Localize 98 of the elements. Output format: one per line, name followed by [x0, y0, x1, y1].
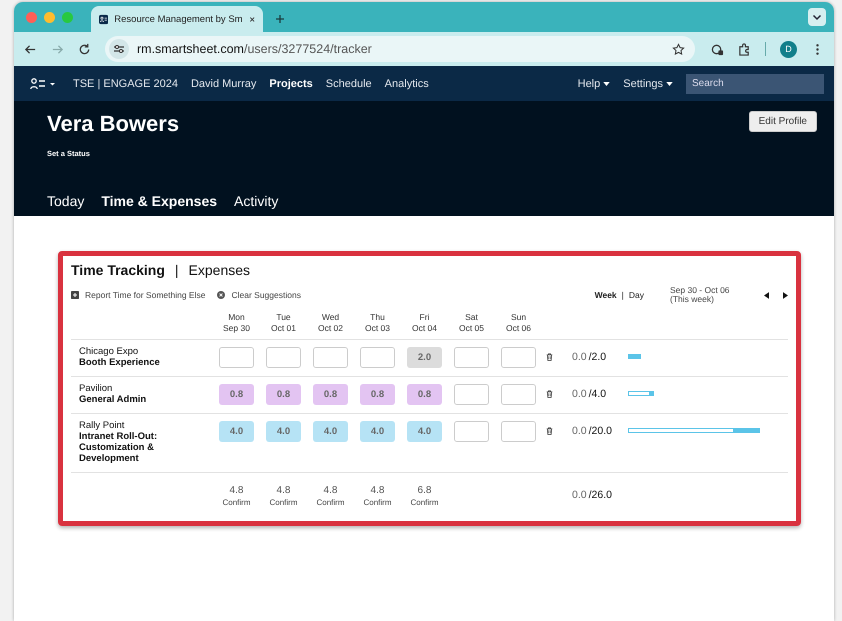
hours-reported: 0.0 — [572, 424, 587, 437]
hours-field[interactable]: 0.8 — [313, 384, 348, 406]
tab-title: Resource Management by Sm — [114, 14, 243, 24]
day-total: 4.8 — [230, 484, 244, 496]
phase-name: Intranet Roll-Out: Customization & Development — [79, 432, 158, 465]
new-tab-icon[interactable] — [275, 14, 285, 24]
nav-link[interactable]: Schedule — [326, 78, 372, 90]
hours-field[interactable] — [501, 384, 536, 406]
search-field[interactable]: Search — [686, 74, 824, 94]
hours-reported: 0.0 — [572, 351, 587, 364]
hours-field[interactable] — [313, 347, 348, 368]
hours-field[interactable] — [454, 347, 489, 368]
hours-reported: 0.0 — [572, 488, 587, 501]
puzzle-icon[interactable] — [738, 42, 751, 56]
hours-total: /2.0 — [588, 351, 606, 364]
profile-avatar[interactable]: D — [780, 40, 797, 58]
hours-reported: 0.0 — [572, 388, 587, 400]
confirm-link[interactable]: Confirm — [363, 498, 392, 507]
hours-field[interactable] — [454, 384, 489, 406]
hours-field[interactable] — [219, 347, 254, 368]
profile-tab[interactable]: Activity — [234, 193, 278, 209]
hours-total: /26.0 — [588, 488, 612, 501]
nav-link[interactable]: TSE | ENGAGE 2024 — [73, 78, 178, 90]
tracker-tab[interactable]: Expenses — [188, 262, 250, 278]
address-field[interactable]: rm.smartsheet.com/users/3277524/tracker — [105, 36, 695, 62]
people-menu-icon[interactable] — [30, 76, 56, 90]
tab-list-icon[interactable] — [808, 8, 826, 26]
profile-tab[interactable]: Time & Expenses — [101, 193, 218, 209]
nav-link[interactable]: Projects — [269, 78, 313, 90]
nav-menu[interactable]: Help — [578, 78, 610, 90]
clear-icon — [217, 291, 226, 299]
action-link[interactable]: Clear Suggestions — [217, 290, 301, 300]
project-name: Pavilion — [79, 384, 114, 395]
view-toggle[interactable]: Day — [628, 290, 644, 300]
view-toggle[interactable]: Week — [594, 290, 617, 300]
close-icon[interactable] — [248, 14, 255, 24]
project-name: Rally Point — [79, 420, 126, 432]
hours-field[interactable]: 4.0 — [266, 420, 301, 442]
action-link[interactable]: Report Time for Something Else — [71, 290, 206, 300]
hours-field[interactable]: 0.8 — [266, 384, 301, 406]
trash-icon[interactable] — [546, 353, 553, 362]
bookmark-star-icon[interactable] — [672, 42, 685, 56]
reload-icon[interactable] — [78, 42, 91, 56]
site-settings-icon[interactable] — [109, 39, 129, 59]
day-total: 4.8 — [370, 484, 384, 496]
caret-icon — [603, 82, 610, 86]
hours-field[interactable]: 0.8 — [219, 384, 254, 406]
hours-field[interactable]: 4.0 — [313, 420, 348, 442]
trash-icon[interactable] — [546, 426, 553, 435]
phase-name: General Admin — [79, 395, 148, 406]
day-header: Tue Oct 01 — [270, 312, 298, 334]
separator: | — [174, 262, 179, 278]
hours-field[interactable] — [454, 420, 489, 442]
nav-link[interactable]: David Murray — [190, 78, 256, 90]
hours-field[interactable] — [501, 347, 536, 368]
hours-field[interactable]: 2.0 — [407, 347, 442, 368]
hours-field[interactable] — [360, 347, 395, 368]
confirm-link[interactable]: Confirm — [410, 498, 438, 507]
day-header: Sun Oct 06 — [504, 312, 532, 334]
confirm-link[interactable]: Confirm — [269, 498, 298, 507]
confirm-link[interactable]: Confirm — [316, 498, 344, 507]
day-header: Sat Oct 05 — [458, 312, 486, 334]
hours-total: /4.0 — [588, 388, 606, 400]
hours-field[interactable] — [501, 420, 536, 442]
day-total: 6.8 — [418, 484, 432, 496]
profile-tab[interactable]: Today — [47, 193, 84, 209]
day-total: 4.8 — [324, 484, 338, 496]
tracker-tab[interactable]: Time Tracking — [71, 262, 165, 278]
caret-icon — [666, 82, 673, 86]
people-icon — [99, 12, 108, 26]
hours-field[interactable]: 4.0 — [407, 420, 442, 442]
confirm-link[interactable]: Confirm — [222, 498, 250, 507]
nav-menu[interactable]: Settings — [623, 78, 673, 90]
day-header: Wed Oct 02 — [316, 312, 344, 334]
hours-total: /20.0 — [588, 424, 612, 437]
next-icon[interactable] — [783, 292, 788, 298]
day-header: Mon Sep 30 — [222, 312, 251, 334]
hours-field[interactable] — [266, 347, 301, 368]
project-name: Chicago Expo — [79, 347, 140, 358]
day-total: 4.8 — [276, 484, 290, 496]
trash-icon[interactable] — [546, 390, 553, 398]
date-range: Sep 30 - Oct 06 — [670, 286, 731, 295]
edit-profile-button[interactable]: Edit Profile — [748, 111, 817, 132]
hours-field[interactable]: 4.0 — [219, 420, 254, 442]
previous-icon[interactable] — [764, 292, 769, 298]
nav-link[interactable]: Analytics — [384, 78, 429, 90]
hours-field[interactable]: 0.8 — [407, 384, 442, 406]
back-icon[interactable] — [24, 42, 37, 56]
date-range: (This week) — [670, 295, 715, 304]
phase-name: Booth Experience — [79, 358, 161, 370]
hours-field[interactable]: 0.8 — [360, 384, 395, 406]
profile-name: Vera Bowers — [47, 111, 180, 137]
day-header: Fri Oct 04 — [410, 312, 438, 334]
day-header: Thu Oct 03 — [364, 312, 392, 334]
hours-field[interactable]: 4.0 — [360, 420, 395, 442]
add-icon — [71, 291, 79, 299]
separator: | — [622, 290, 624, 300]
browser-tab[interactable]: Resource Management by Sm — [91, 6, 263, 32]
